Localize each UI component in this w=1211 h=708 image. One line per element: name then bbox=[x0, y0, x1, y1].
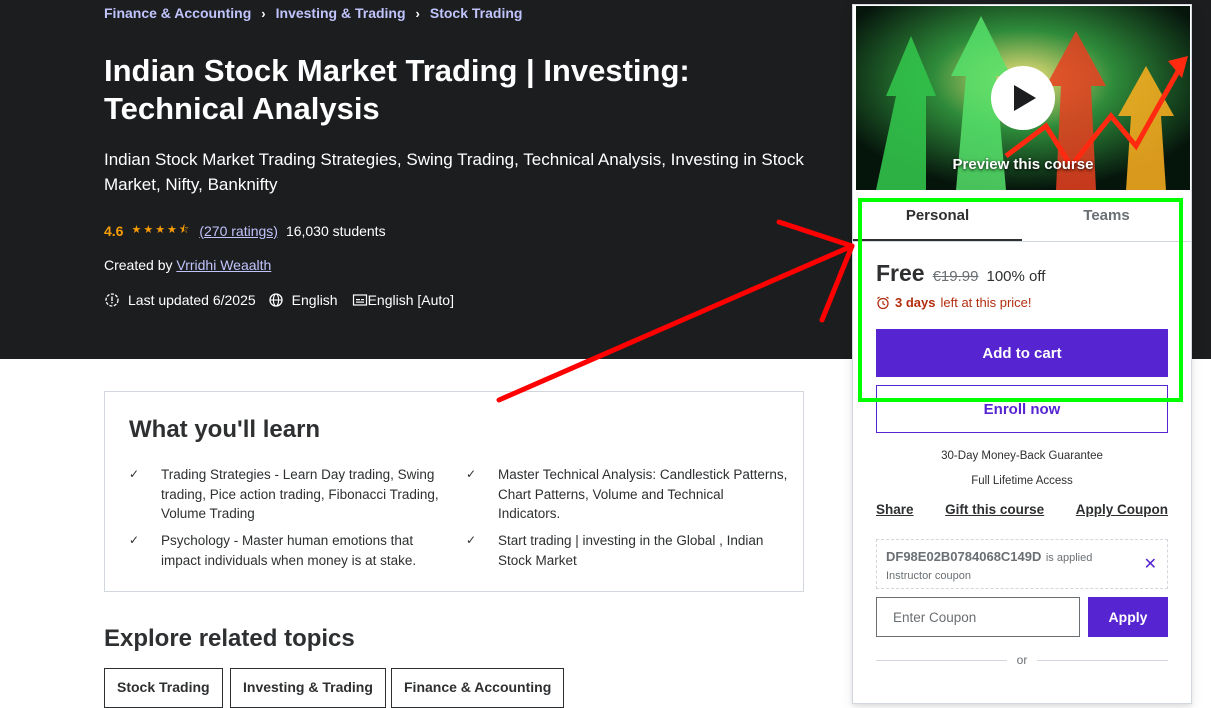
enroll-now-button[interactable]: Enroll now bbox=[876, 385, 1168, 433]
breadcrumb-stock-trading[interactable]: Stock Trading bbox=[430, 5, 523, 21]
what-you-learn-title: What you'll learn bbox=[129, 416, 321, 443]
what-you-learn-box: What you'll learn ✓ Trading Strategies -… bbox=[104, 391, 804, 592]
topic-chip-finance-accounting[interactable]: Finance & Accounting bbox=[391, 668, 565, 708]
check-icon: ✓ bbox=[129, 533, 140, 547]
current-price: Free bbox=[876, 260, 925, 286]
last-updated: Last updated 6/2025 bbox=[128, 292, 256, 308]
alert-badge-icon bbox=[105, 293, 119, 307]
gift-course-link[interactable]: Gift this course bbox=[945, 502, 1044, 517]
coupon-applied-text: is applied bbox=[1045, 552, 1093, 564]
captions-icon bbox=[352, 294, 367, 306]
add-to-cart-button[interactable]: Add to cart bbox=[876, 329, 1168, 377]
check-icon: ✓ bbox=[466, 533, 477, 547]
play-button[interactable] bbox=[991, 66, 1055, 130]
course-captions: English [Auto] bbox=[367, 292, 454, 308]
coupon-input[interactable] bbox=[876, 597, 1080, 637]
money-back-guarantee: 30-Day Money-Back Guarantee bbox=[941, 450, 1103, 462]
close-icon[interactable]: ✕ bbox=[1144, 554, 1157, 574]
plan-tabs: Personal Teams bbox=[853, 201, 1191, 242]
learn-item-text: Trading Strategies - Learn Day trading, … bbox=[161, 467, 439, 521]
course-language: English bbox=[291, 292, 338, 308]
check-icon: ✓ bbox=[466, 467, 477, 481]
star-rating-icon: ★★★★⯪ bbox=[131, 224, 192, 236]
timer-text: left at this price! bbox=[940, 295, 1032, 310]
alarm-clock-icon bbox=[877, 296, 889, 309]
purchase-card: Preview this course Personal Teams Free … bbox=[852, 4, 1192, 704]
learn-item-text: Psychology - Master human emotions that … bbox=[161, 533, 417, 568]
course-preview[interactable]: Preview this course bbox=[856, 6, 1190, 190]
price-row: Free €19.99 100% off bbox=[876, 260, 1045, 287]
instructor-link[interactable]: Vrridhi Weaalth bbox=[176, 257, 271, 273]
play-icon bbox=[1014, 85, 1036, 111]
breadcrumb-finance[interactable]: Finance & Accounting bbox=[104, 5, 251, 21]
course-meta: Last updated 6/2025 English English [Aut… bbox=[104, 292, 454, 308]
divider-line bbox=[876, 659, 1007, 661]
applied-coupon-box: DF98E02B0784068C149D is applied Instruct… bbox=[876, 539, 1168, 589]
explore-topics-title: Explore related topics bbox=[104, 625, 355, 652]
created-by: Created by Vrridhi Weaalth bbox=[104, 257, 271, 273]
learn-item: ✓ Start trading | investing in the Globa… bbox=[466, 531, 788, 570]
breadcrumb-investing[interactable]: Investing & Trading bbox=[276, 5, 406, 21]
globe-icon bbox=[269, 293, 283, 307]
chevron-right-icon: › bbox=[261, 5, 266, 21]
tab-personal[interactable]: Personal bbox=[853, 201, 1022, 241]
learn-item: ✓ Trading Strategies - Learn Day trading… bbox=[129, 465, 451, 524]
rating-count-link[interactable]: (270 ratings) bbox=[199, 223, 278, 239]
rating-value: 4.6 bbox=[104, 222, 124, 239]
or-divider: or bbox=[876, 653, 1169, 667]
learn-item: ✓ Master Technical Analysis: Candlestick… bbox=[466, 465, 788, 524]
learn-item-text: Master Technical Analysis: Candlestick P… bbox=[498, 467, 788, 521]
created-by-label: Created by bbox=[104, 257, 173, 273]
original-price: €19.99 bbox=[932, 268, 979, 285]
share-link[interactable]: Share bbox=[876, 502, 914, 517]
rating-row: 4.6 ★★★★⯪ (270 ratings) 16,030 students bbox=[104, 221, 386, 240]
topic-chip-investing-trading[interactable]: Investing & Trading bbox=[230, 668, 386, 708]
divider-line bbox=[1037, 659, 1169, 661]
timer-days: 3 days bbox=[895, 295, 936, 310]
lifetime-access: Full Lifetime Access bbox=[971, 475, 1073, 487]
course-title: Indian Stock Market Trading | Investing:… bbox=[104, 53, 690, 126]
card-links: Share Gift this course Apply Coupon bbox=[876, 502, 1168, 517]
discount-percent: 100% off bbox=[986, 268, 1046, 285]
learn-item-text: Start trading | investing in the Global … bbox=[498, 533, 764, 568]
coupon-code: DF98E02B0784068C149D bbox=[886, 549, 1042, 564]
preview-label: Preview this course bbox=[952, 156, 1094, 173]
check-icon: ✓ bbox=[129, 467, 140, 481]
or-text: or bbox=[1016, 653, 1028, 667]
student-count: 16,030 students bbox=[285, 222, 386, 239]
tab-teams[interactable]: Teams bbox=[1022, 201, 1191, 241]
learn-item: ✓ Psychology - Master human emotions tha… bbox=[129, 531, 451, 570]
apply-coupon-link[interactable]: Apply Coupon bbox=[1076, 502, 1168, 517]
apply-coupon-button[interactable]: Apply bbox=[1088, 597, 1168, 637]
coupon-type: Instructor coupon bbox=[886, 570, 971, 582]
chevron-right-icon: › bbox=[415, 5, 420, 21]
price-timer: 3 days left at this price! bbox=[876, 295, 1032, 310]
topic-chip-stock-trading[interactable]: Stock Trading bbox=[104, 668, 223, 708]
breadcrumb: Finance & Accounting › Investing & Tradi… bbox=[104, 5, 522, 21]
course-subtitle: Indian Stock Market Trading Strategies, … bbox=[104, 150, 804, 194]
